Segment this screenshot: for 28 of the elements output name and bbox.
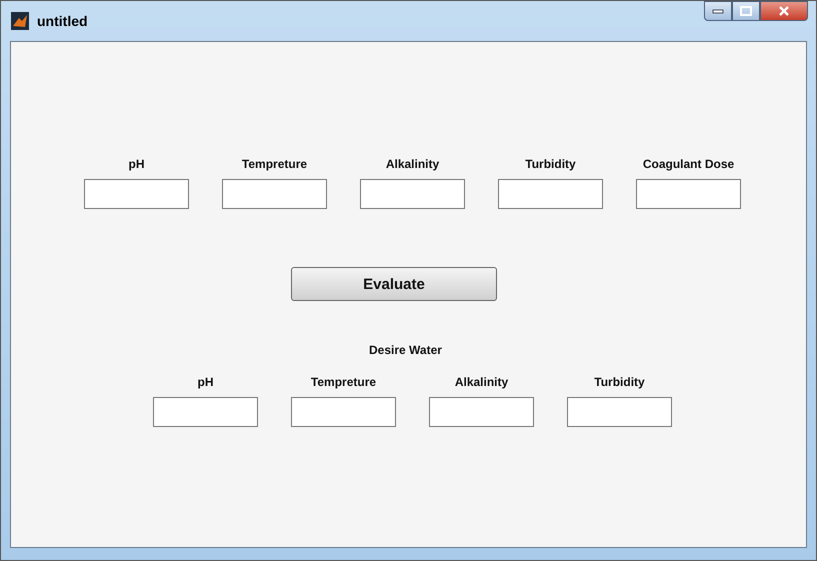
maximize-button[interactable] <box>732 1 760 21</box>
maximize-icon <box>740 6 752 16</box>
output-field[interactable] <box>429 397 534 427</box>
field-label: pH <box>198 375 214 389</box>
output-field[interactable] <box>153 397 258 427</box>
evaluate-button[interactable]: Evaluate <box>291 267 497 301</box>
field-label: Turbidity <box>594 375 645 389</box>
output-field[interactable] <box>291 397 396 427</box>
output-field[interactable] <box>567 397 672 427</box>
minimize-icon <box>712 8 724 14</box>
field-label: pH <box>128 157 144 171</box>
input-field[interactable] <box>636 179 741 209</box>
field-label: Coagulant Dose <box>642 157 734 171</box>
section-label: Desire Water <box>369 343 442 357</box>
close-button[interactable] <box>760 1 808 21</box>
close-icon <box>778 6 790 16</box>
input-field[interactable] <box>222 179 327 209</box>
window-title: untitled <box>37 13 88 29</box>
input-field[interactable] <box>498 179 603 209</box>
field-label: Alkalinity <box>454 375 508 389</box>
minimize-button[interactable] <box>704 1 732 21</box>
input-field[interactable] <box>360 179 465 209</box>
field-label: Alkalinity <box>386 157 440 171</box>
field-label: Turbidity <box>525 157 576 171</box>
field-label: Tempreture <box>242 157 308 171</box>
field-label: Tempreture <box>310 375 376 389</box>
input-field[interactable] <box>84 179 189 209</box>
app-icon <box>11 12 29 30</box>
